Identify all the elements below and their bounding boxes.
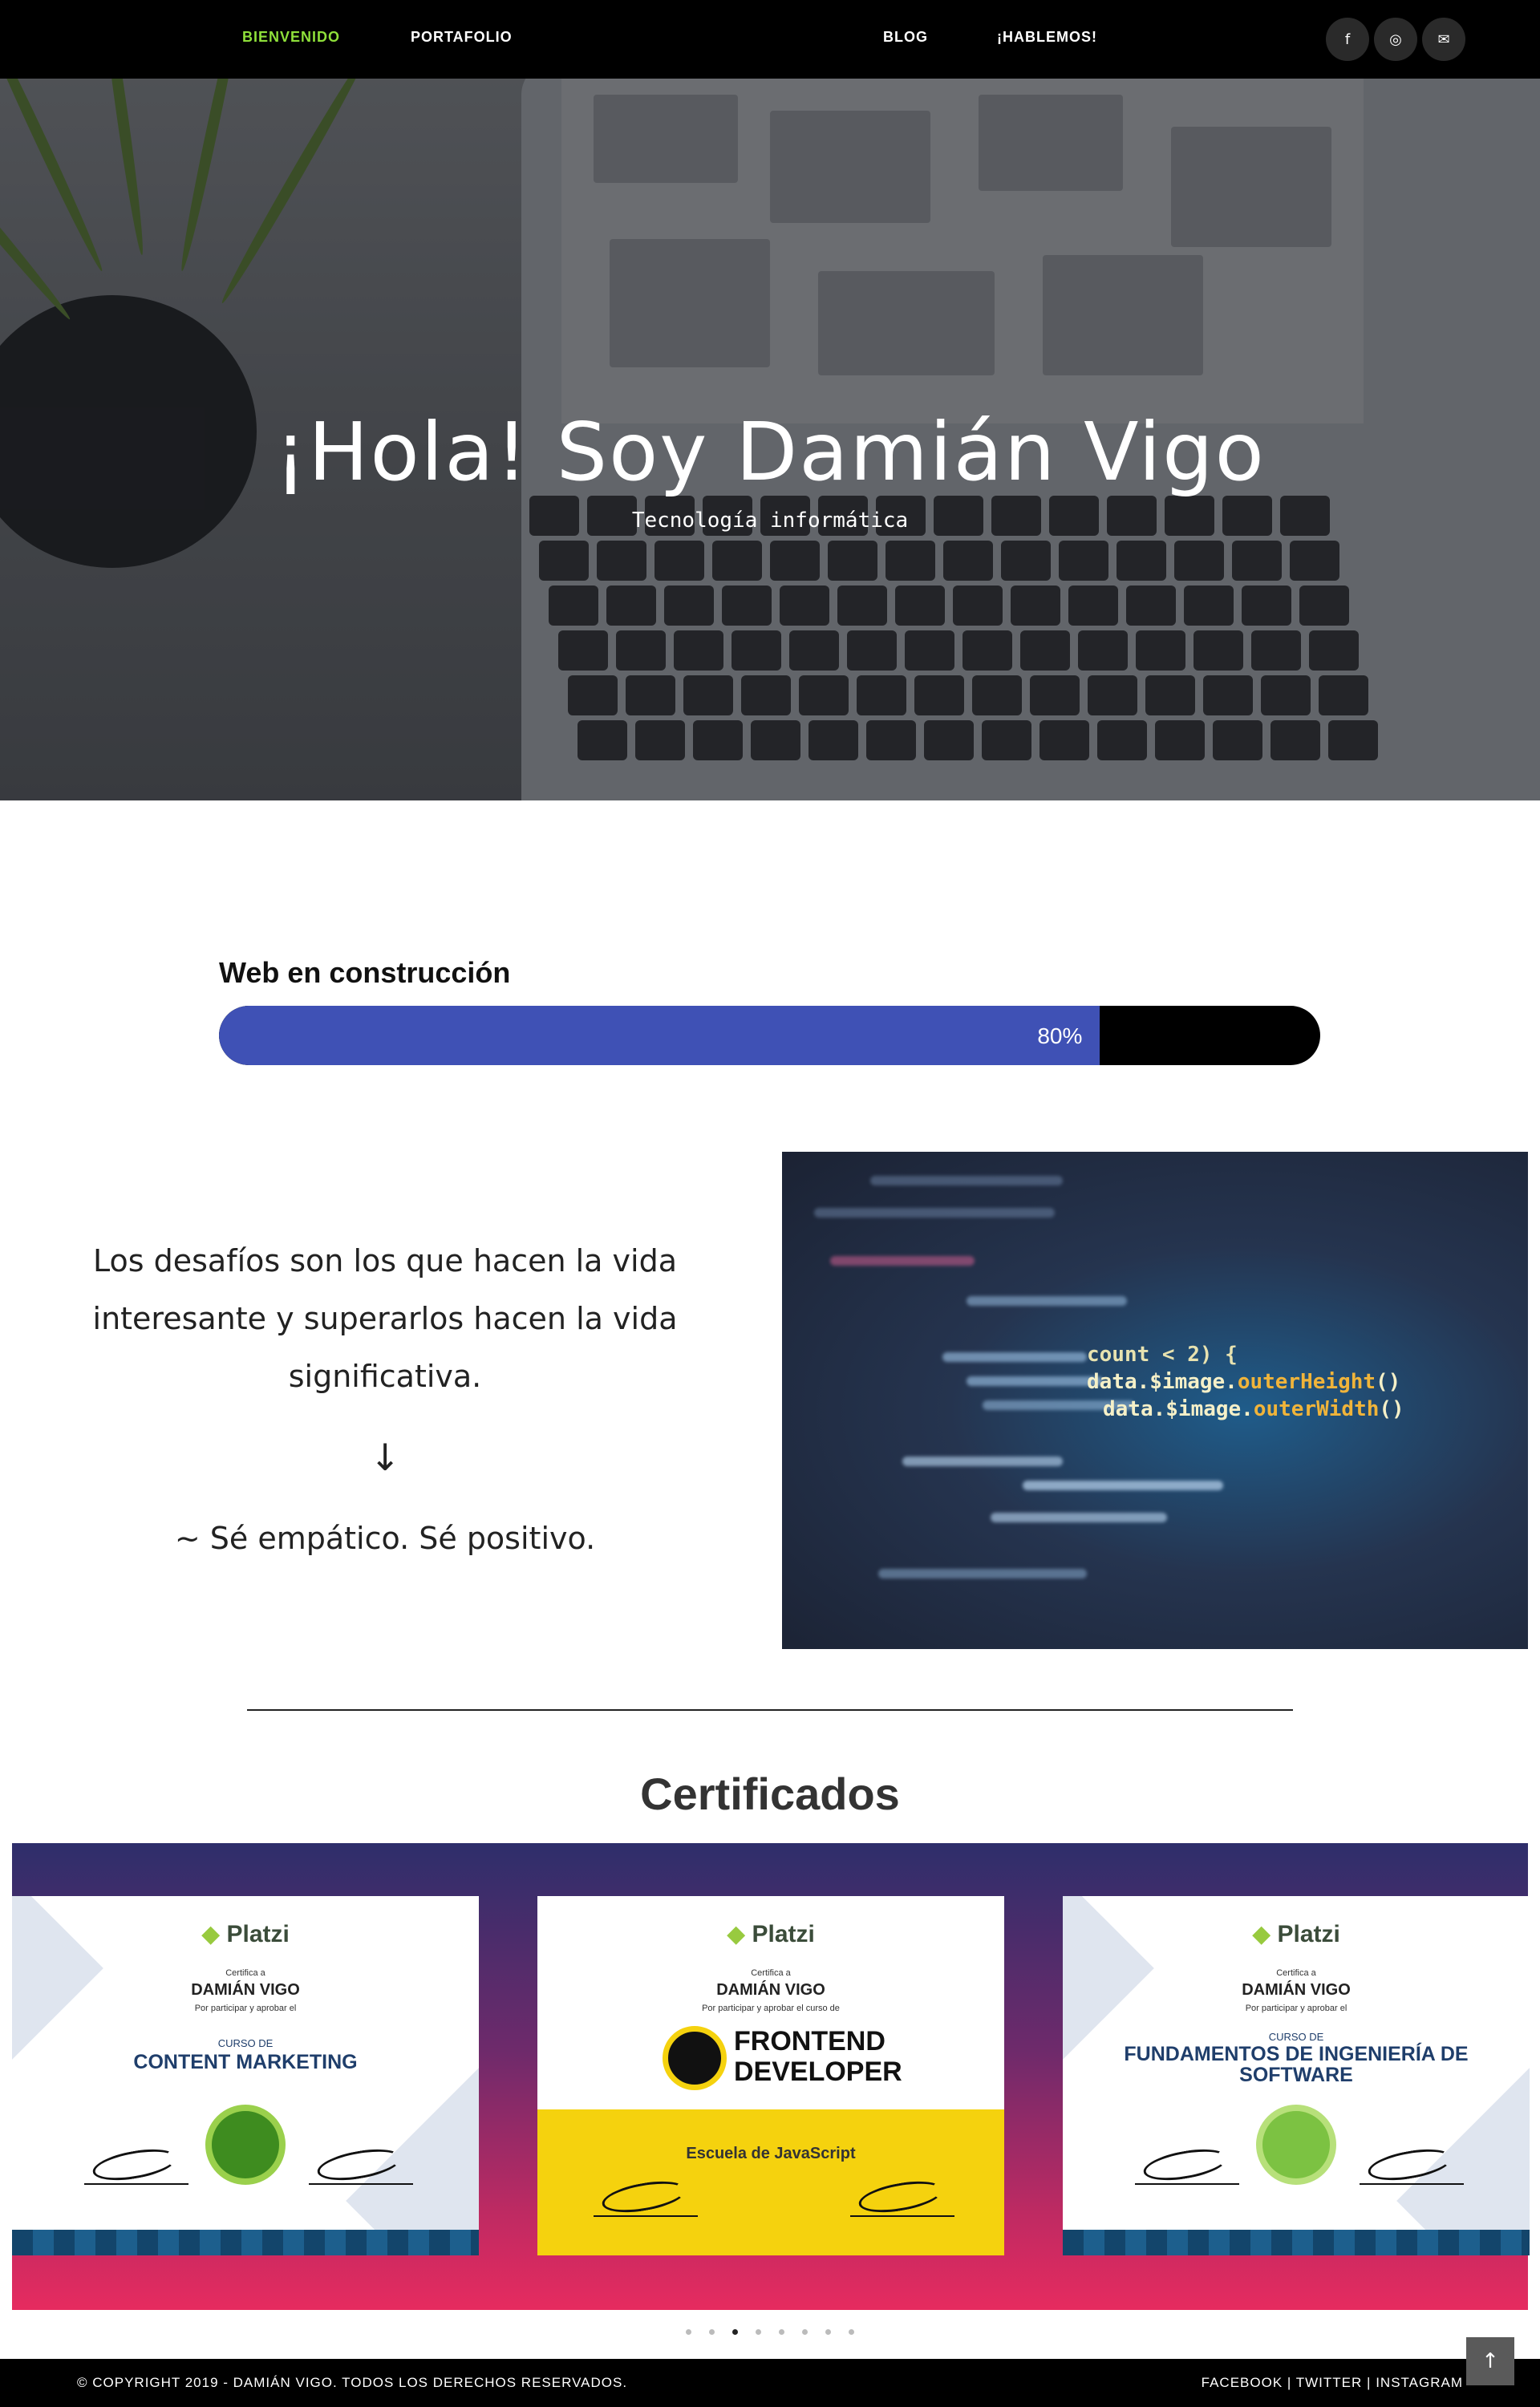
nav-link-blog[interactable]: BLOG: [883, 29, 928, 46]
school-logo: Escuela de JavaScript: [686, 2145, 856, 2162]
carousel-dot[interactable]: [802, 2329, 808, 2335]
certificate-card[interactable]: ◆ Platzi Certifica a DAMIÁN VIGO Por par…: [12, 1896, 479, 2255]
footer-separator: |: [1367, 2375, 1372, 2390]
certificate-recipient: DAMIÁN VIGO: [1242, 1981, 1351, 1999]
instagram-icon[interactable]: ◎: [1374, 18, 1417, 61]
progress-value: 80%: [1037, 1023, 1083, 1048]
progress-bar: 80%: [219, 1006, 1320, 1065]
carousel-dot[interactable]: [825, 2329, 831, 2335]
section-divider: [247, 1709, 1293, 1711]
certificates-title: Certificados: [640, 1769, 900, 1819]
carousel-dot[interactable]: [849, 2329, 854, 2335]
footer-separator: |: [1287, 2375, 1292, 2390]
nav-link-bienvenido[interactable]: BIENVENIDO: [242, 29, 340, 46]
certificate-course: FUNDAMENTOS DE INGENIERÍA DE SOFTWARE: [1124, 2043, 1469, 2086]
frontend-badge-icon: [663, 2026, 727, 2090]
code-image: count < 2) { data.$image.outerHeight() d…: [782, 1152, 1528, 1649]
top-navbar: BIENVENIDO PORTAFOLIO BLOG ¡HABLEMOS! f …: [0, 0, 1540, 79]
envelope-icon[interactable]: ✉: [1422, 18, 1465, 61]
hero-banner: ¡Hola! Soy Damián Vigo Tecnología inform…: [0, 79, 1540, 800]
footer-link-instagram[interactable]: INSTAGRAM: [1376, 2375, 1463, 2390]
carousel-dot[interactable]: [732, 2329, 738, 2335]
back-to-top-button[interactable]: ↑: [1466, 2337, 1514, 2385]
certificate-card[interactable]: ◆ Platzi Certifica a DAMIÁN VIGO Por par…: [1063, 1896, 1530, 2255]
facebook-icon[interactable]: f: [1326, 18, 1369, 61]
progress-label: Web en construcción: [219, 956, 511, 989]
platzi-logo: ◆ Platzi: [201, 1921, 290, 1947]
hero-subtitle: Tecnología informática: [631, 509, 909, 533]
nav-link-portafolio[interactable]: PORTAFOLIO: [411, 29, 513, 46]
footer-links: FACEBOOK | TWITTER | INSTAGRAM: [1202, 2375, 1463, 2391]
nav-link-hablemos[interactable]: ¡HABLEMOS!: [997, 29, 1097, 46]
certificate-recipient: DAMIÁN VIGO: [191, 1981, 300, 1999]
carousel-dot[interactable]: [686, 2329, 691, 2335]
progress-bar-fill: 80%: [219, 1006, 1100, 1065]
carousel-dot[interactable]: [756, 2329, 761, 2335]
carousel-dot[interactable]: [709, 2329, 715, 2335]
carousel-dot[interactable]: [779, 2329, 784, 2335]
footer-link-twitter[interactable]: TWITTER: [1296, 2375, 1363, 2390]
arrow-down-icon: ↓: [369, 1436, 401, 1479]
certificate-recipient: DAMIÁN VIGO: [716, 1981, 825, 1999]
hero-title: ¡Hola! Soy Damián Vigo: [274, 405, 1266, 499]
platzi-logo: ◆ Platzi: [727, 1921, 815, 1947]
motto-text: ~ Sé empático. Sé positivo.: [174, 1521, 596, 1556]
gears-badge-icon: [1256, 2105, 1336, 2185]
quote-text: Los desafíos son los que hacen la vida i…: [92, 1243, 678, 1394]
certificate-course: FRONTEND DEVELOPER: [734, 2026, 902, 2087]
footer: © COPYRIGHT 2019 - DAMIÁN VIGO. TODOS LO…: [0, 2359, 1540, 2407]
footer-link-facebook[interactable]: FACEBOOK: [1202, 2375, 1283, 2390]
footer-copyright: © COPYRIGHT 2019 - DAMIÁN VIGO. TODOS LO…: [77, 2375, 628, 2390]
certificate-card[interactable]: ◆ Platzi Certifica a DAMIÁN VIGO Por par…: [537, 1896, 1004, 2255]
platzi-logo: ◆ Platzi: [1252, 1921, 1340, 1947]
carousel-pagination: [0, 2324, 1540, 2339]
certificates-carousel[interactable]: ◆ Platzi Certifica a DAMIÁN VIGO Por par…: [12, 1843, 1530, 2310]
certificate-course: CONTENT MARKETING: [133, 2051, 358, 2073]
course-badge-icon: [205, 2105, 286, 2185]
